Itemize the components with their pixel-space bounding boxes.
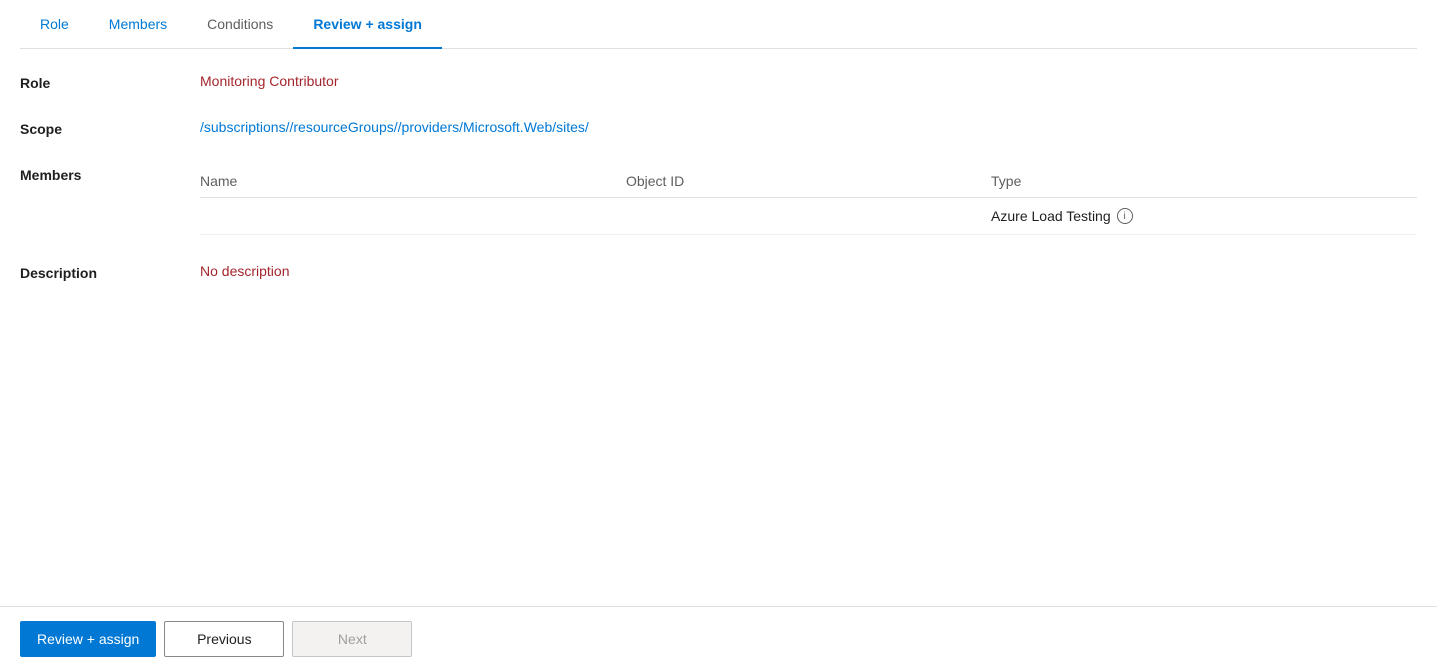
type-cell-container: Azure Load Testing i [991,208,1405,224]
members-table-container: Name Object ID Type Azure Load Testing [200,165,1417,235]
next-button: Next [292,621,412,657]
tab-navigation: Role Members Conditions Review + assign [20,0,1417,49]
scope-value: /subscriptions/ /resourceGroups/ /provid… [200,119,1417,135]
members-label: Members [20,165,200,183]
scope-label: Scope [20,119,200,137]
role-value-text: Monitoring Contributor [200,73,339,89]
tab-role[interactable]: Role [20,0,89,48]
scope-field-row: Scope /subscriptions/ /resourceGroups/ /… [20,119,1417,137]
members-table-header: Name Object ID Type [200,165,1417,198]
scope-part-providers: /providers/Microsoft.Web/sites/ [398,119,589,135]
member-name-cell [200,198,626,235]
scope-part-resourcegroups: /resourceGroups/ [289,119,397,135]
table-row: Azure Load Testing i [200,198,1417,235]
info-icon[interactable]: i [1117,208,1133,224]
main-content: Role Members Conditions Review + assign … [0,0,1437,606]
tab-conditions[interactable]: Conditions [187,0,293,48]
member-objectid-cell [626,198,991,235]
description-value: No description [200,263,1417,279]
col-header-objectid: Object ID [626,165,991,198]
content-area: Role Monitoring Contributor Scope /subsc… [20,49,1417,333]
member-type-text: Azure Load Testing [991,208,1111,224]
role-label: Role [20,73,200,91]
review-assign-button[interactable]: Review + assign [20,621,156,657]
col-header-type: Type [991,165,1417,198]
previous-button[interactable]: Previous [164,621,284,657]
members-table: Name Object ID Type Azure Load Testing [200,165,1417,235]
members-field-row: Members Name Object ID Type [20,165,1417,235]
description-field-row: Description No description [20,263,1417,281]
tab-members[interactable]: Members [89,0,187,48]
member-type-cell: Azure Load Testing i [991,198,1417,235]
tab-review-assign[interactable]: Review + assign [293,0,442,48]
role-value: Monitoring Contributor [200,73,1417,89]
bottom-bar: Review + assign Previous Next [0,606,1437,671]
description-value-text: No description [200,263,290,279]
role-field-row: Role Monitoring Contributor [20,73,1417,91]
col-header-name: Name [200,165,626,198]
scope-part-subscriptions: /subscriptions/ [200,119,289,135]
description-label: Description [20,263,200,281]
